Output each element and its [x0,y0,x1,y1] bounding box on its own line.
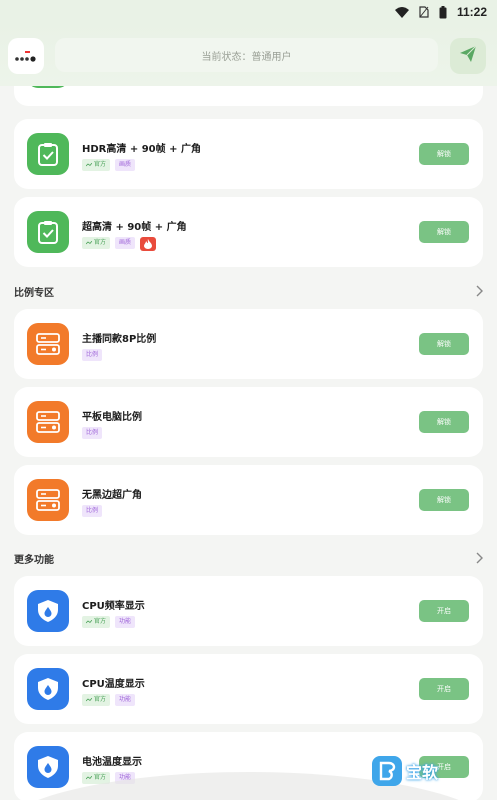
clipboard-check-icon [27,133,69,175]
status-bar: 11:22 [0,0,497,24]
feature-card: CPU频率显示 官方 功能 开启 [14,576,483,646]
feature-title: 无黑边超广角 [82,490,142,501]
section-title: 比例专区 [14,287,54,299]
feature-title: 电池温度显示 [82,757,142,768]
tag-official: 官方 [82,616,111,628]
wifi-icon [394,6,409,18]
feature-card: 平板电脑比例 比例 解锁 [14,387,483,457]
tag-ratio: 比例 [82,505,103,517]
feature-card: 无黑边超广角 比例 解锁 [14,465,483,535]
app-logo-icon[interactable] [8,38,44,74]
fire-icon [140,237,157,251]
status-search-bar[interactable]: 当前状态：普通用户 [55,38,438,72]
feature-card: HDR高清 + 90帧 + 广角 官方 画质 解锁 [14,119,483,189]
header: 当前状态：普通用户 [0,24,497,86]
feature-card: CPU温度显示 官方 功能 开启 [14,654,483,724]
unlock-button[interactable]: 解锁 [419,143,469,165]
tag-official: 官方 [82,237,111,249]
unlock-button[interactable]: 解锁 [419,333,469,355]
sim-icon [419,6,429,18]
paper-plane-icon [459,45,477,67]
battery-icon [439,5,447,19]
feature-card: 主播同款8P比例 比例 解锁 [14,309,483,379]
unlock-button[interactable]: 解锁 [419,221,469,243]
tag-official: 官方 [82,694,111,706]
shield-drop-icon [27,746,69,788]
tag-quality: 画质 [115,237,136,249]
feature-card: 超高清 + 90帧 + 广角 官方 画质 解锁 [14,197,483,267]
watermark-logo-icon [372,756,402,786]
screen-ratio-icon [27,401,69,443]
feature-card-partial: 官方 画质 [14,86,483,106]
clock: 11:22 [456,5,487,19]
unlock-button[interactable]: 解锁 [419,489,469,511]
enable-button[interactable]: 开启 [419,678,469,700]
unlock-button[interactable]: 解锁 [419,411,469,433]
feature-title: CPU温度显示 [82,679,145,690]
shield-drop-icon [27,590,69,632]
clipboard-check-icon [27,86,69,88]
tag-official: 官方 [82,159,111,171]
tag-quality: 画质 [115,159,136,171]
tag-feature: 功能 [115,616,136,628]
watermark-text: 宝软 [406,763,439,782]
enable-button[interactable]: 开启 [419,600,469,622]
feature-title: HDR高清 + 90帧 + 广角 [82,144,201,155]
shield-drop-icon [27,668,69,710]
section-title: 更多功能 [14,554,54,566]
feature-title: CPU频率显示 [82,601,145,612]
chevron-right-icon[interactable] [475,549,483,568]
tag-ratio: 比例 [82,349,103,361]
send-button[interactable] [450,38,486,74]
clipboard-check-icon [27,211,69,253]
feature-title: 主播同款8P比例 [82,334,157,345]
feature-title: 超高清 + 90帧 + 广角 [82,222,187,233]
feature-title: 平板电脑比例 [82,412,142,423]
section-header-more[interactable]: 更多功能 [14,550,483,566]
screen-ratio-icon [27,323,69,365]
section-header-ratio[interactable]: 比例专区 [14,283,483,299]
screen-ratio-icon [27,479,69,521]
watermark: 宝软 [372,756,438,786]
chevron-right-icon[interactable] [475,282,483,301]
tag-feature: 功能 [115,694,136,706]
tag-ratio: 比例 [82,427,103,439]
search-placeholder: 当前状态：普通用户 [201,51,292,63]
feature-list[interactable]: 官方 画质 HDR高清 + 90帧 + 广角 官方 画质 解锁 超高清 + 90… [0,86,497,800]
